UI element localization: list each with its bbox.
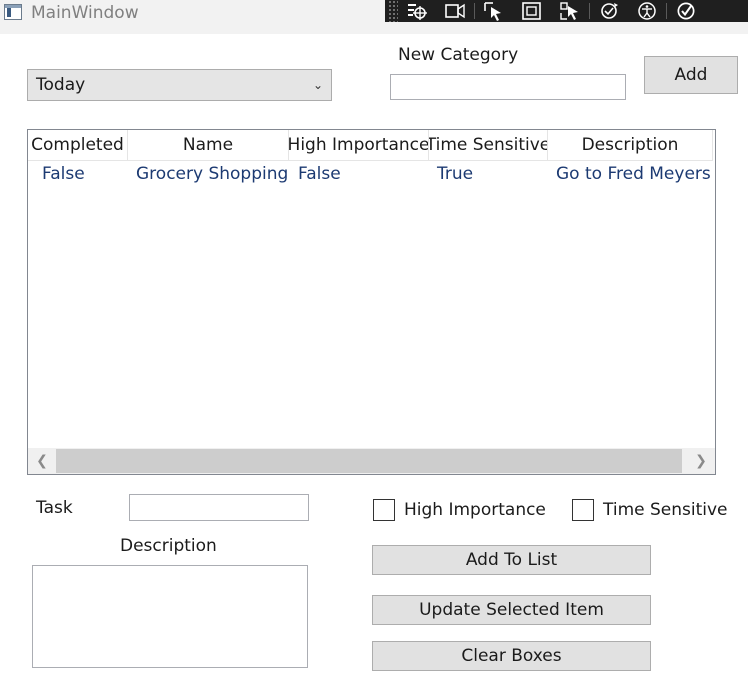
add-to-list-button[interactable]: Add To List bbox=[372, 545, 651, 575]
update-selected-item-button[interactable]: Update Selected Item bbox=[372, 595, 651, 625]
horizontal-scrollbar[interactable]: ❮ ❯ bbox=[28, 448, 715, 474]
toolbar-grip[interactable] bbox=[388, 0, 398, 22]
chevron-down-icon: ⌄ bbox=[312, 78, 323, 92]
window-title: MainWindow bbox=[31, 3, 139, 23]
scroll-left-icon[interactable]: ❮ bbox=[28, 449, 56, 473]
high-importance-checkbox[interactable]: High Importance bbox=[373, 499, 546, 521]
new-category-input[interactable] bbox=[390, 74, 626, 100]
cell-completed: False bbox=[42, 164, 85, 184]
checkbox-box[interactable] bbox=[572, 499, 594, 521]
table-row[interactable]: False Grocery Shopping False True Go to … bbox=[28, 164, 713, 192]
description-label: Description bbox=[120, 536, 217, 556]
video-icon[interactable] bbox=[436, 0, 474, 22]
select-element-icon[interactable] bbox=[398, 0, 436, 22]
hot-reload-icon[interactable] bbox=[590, 0, 628, 22]
time-sensitive-label: Time Sensitive bbox=[603, 500, 728, 520]
column-header-completed[interactable]: Completed bbox=[28, 130, 128, 161]
debug-toolbar bbox=[385, 0, 748, 22]
description-textarea[interactable] bbox=[32, 565, 308, 668]
new-category-label: New Category bbox=[398, 45, 519, 65]
cell-description: Go to Fred Meyers bbox=[556, 164, 711, 184]
cell-high-importance: False bbox=[298, 164, 341, 184]
track-focus-icon[interactable] bbox=[551, 0, 589, 22]
scroll-right-icon[interactable]: ❯ bbox=[687, 449, 715, 473]
add-category-button[interactable]: Add bbox=[644, 56, 738, 94]
task-label: Task bbox=[36, 498, 73, 518]
scrollbar-thumb[interactable] bbox=[56, 449, 682, 473]
column-header-name[interactable]: Name bbox=[128, 130, 289, 161]
app-window-icon bbox=[4, 4, 22, 20]
cell-name: Grocery Shopping bbox=[136, 164, 289, 184]
category-selected-value: Today bbox=[36, 75, 86, 95]
cell-time-sensitive: True bbox=[437, 164, 474, 184]
pointer-select-icon[interactable] bbox=[475, 0, 513, 22]
column-header-high-importance[interactable]: High Importance bbox=[289, 130, 429, 161]
checkbox-box[interactable] bbox=[373, 499, 395, 521]
column-header-description[interactable]: Description bbox=[548, 130, 713, 161]
high-importance-label: High Importance bbox=[404, 500, 546, 520]
accessibility-icon[interactable] bbox=[628, 0, 666, 22]
clear-boxes-button[interactable]: Clear Boxes bbox=[372, 641, 651, 671]
layout-adorner-icon[interactable] bbox=[513, 0, 551, 22]
time-sensitive-checkbox[interactable]: Time Sensitive bbox=[572, 499, 728, 521]
category-combobox[interactable]: Today ⌄ bbox=[27, 69, 332, 101]
column-header-time-sensitive[interactable]: Time Sensitive bbox=[429, 130, 548, 161]
list-header: Completed Name High Importance Time Sens… bbox=[28, 130, 713, 161]
task-list-view[interactable]: Completed Name High Importance Time Sens… bbox=[27, 129, 716, 475]
check-icon[interactable] bbox=[667, 0, 705, 22]
task-input[interactable] bbox=[129, 494, 309, 521]
